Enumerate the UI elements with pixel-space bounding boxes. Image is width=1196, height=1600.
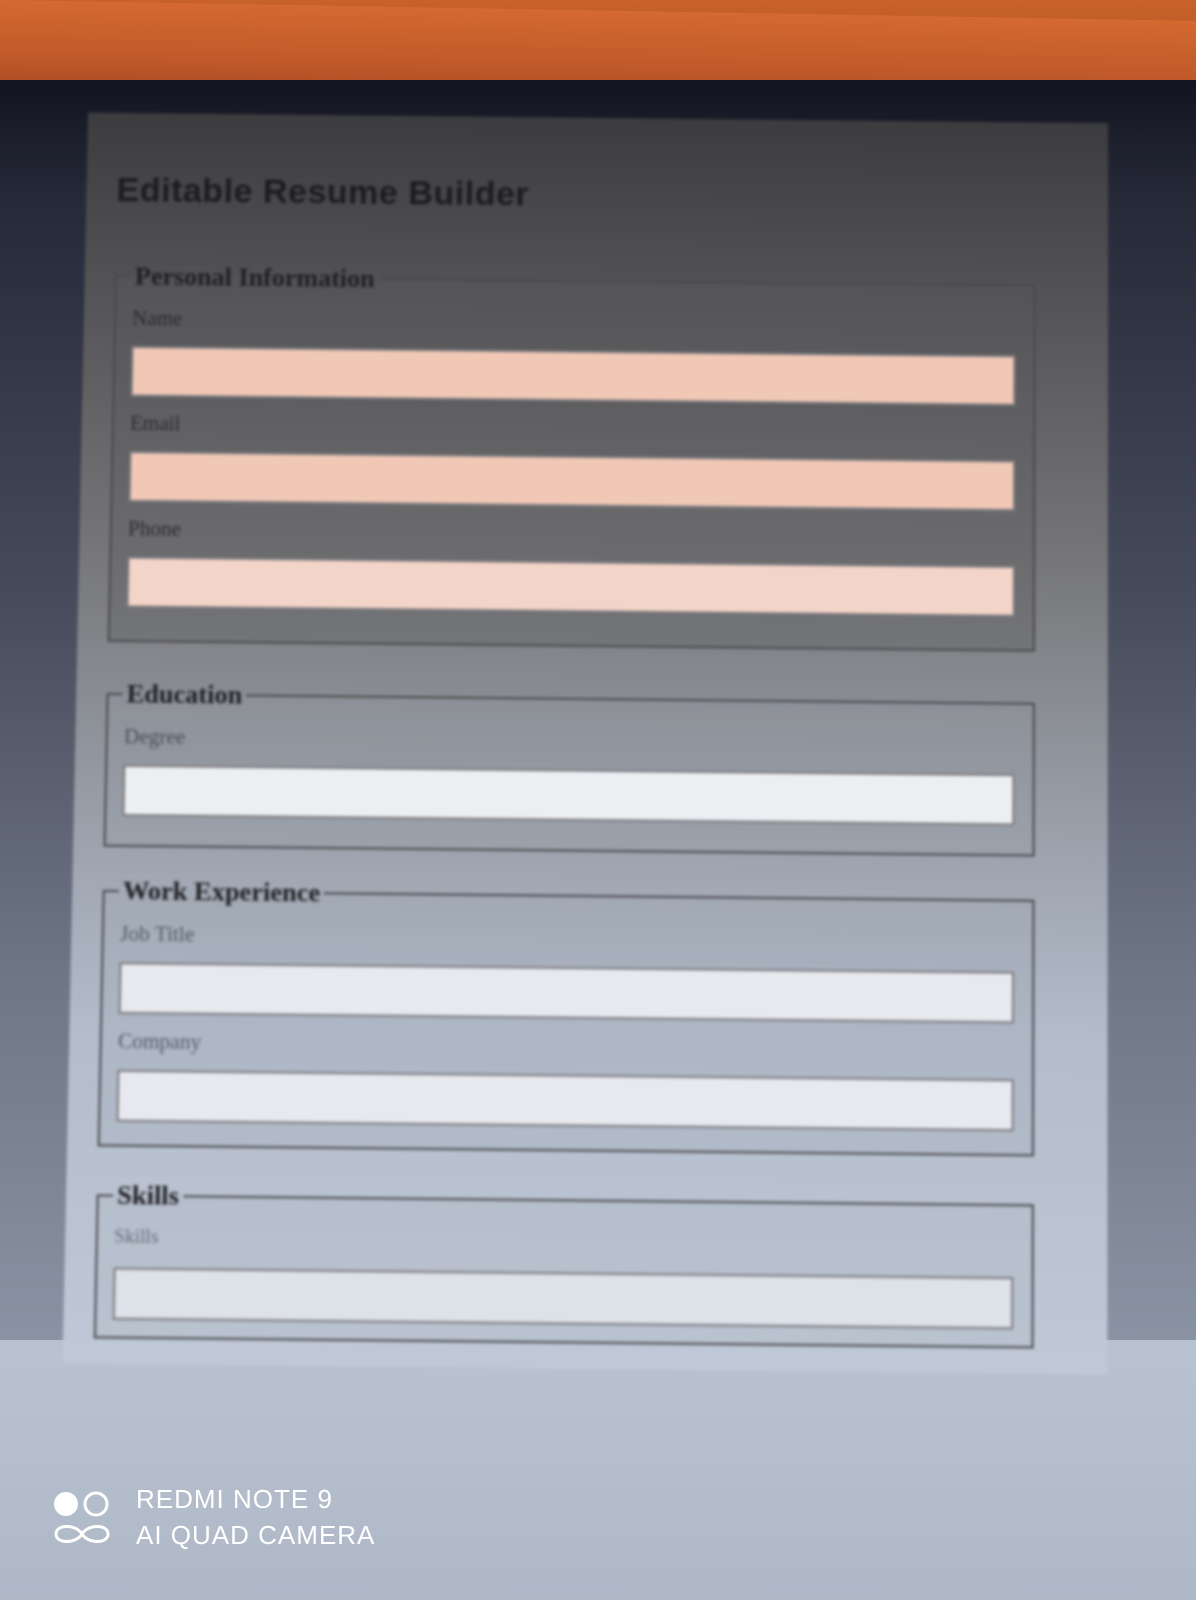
watermark-camera: AI QUAD CAMERA (136, 1520, 375, 1551)
phone-field[interactable] (126, 557, 1015, 617)
degree-field[interactable] (122, 765, 1014, 826)
section-legend-personal: Personal Information (131, 261, 379, 294)
email-label: Email (130, 411, 1034, 447)
quad-camera-icon (50, 1488, 114, 1552)
job-title-field[interactable] (119, 962, 1014, 1023)
work-experience-section: Work Experience Job Title Company (98, 875, 1035, 1156)
app-window: Editable Resume Builder Personal Informa… (63, 113, 1108, 1375)
skills-section: Skills Skills (94, 1180, 1034, 1349)
section-legend-skills: Skills (113, 1180, 184, 1212)
education-section: Education Degree (104, 679, 1035, 857)
section-legend-work: Work Experience (119, 876, 325, 909)
page-title: Editable Resume Builder (116, 171, 529, 214)
phone-label: Phone (128, 516, 1033, 552)
personal-information-section: Personal Information Name Email Phone (108, 261, 1036, 651)
section-legend-education: Education (122, 679, 246, 711)
name-field[interactable] (131, 346, 1016, 406)
name-label: Name (132, 306, 1034, 342)
watermark-model: REDMI NOTE 9 (136, 1484, 333, 1515)
company-label: Company (118, 1028, 1032, 1065)
camera-watermark: REDMI NOTE 9 AI QUAD CAMERA (50, 1484, 470, 1556)
email-field[interactable] (129, 451, 1016, 511)
skills-field[interactable] (113, 1267, 1014, 1329)
skills-label: Skills (114, 1226, 1032, 1263)
company-field[interactable] (116, 1070, 1013, 1131)
job-title-label: Job Title (120, 921, 1033, 958)
degree-label: Degree (124, 724, 1033, 760)
